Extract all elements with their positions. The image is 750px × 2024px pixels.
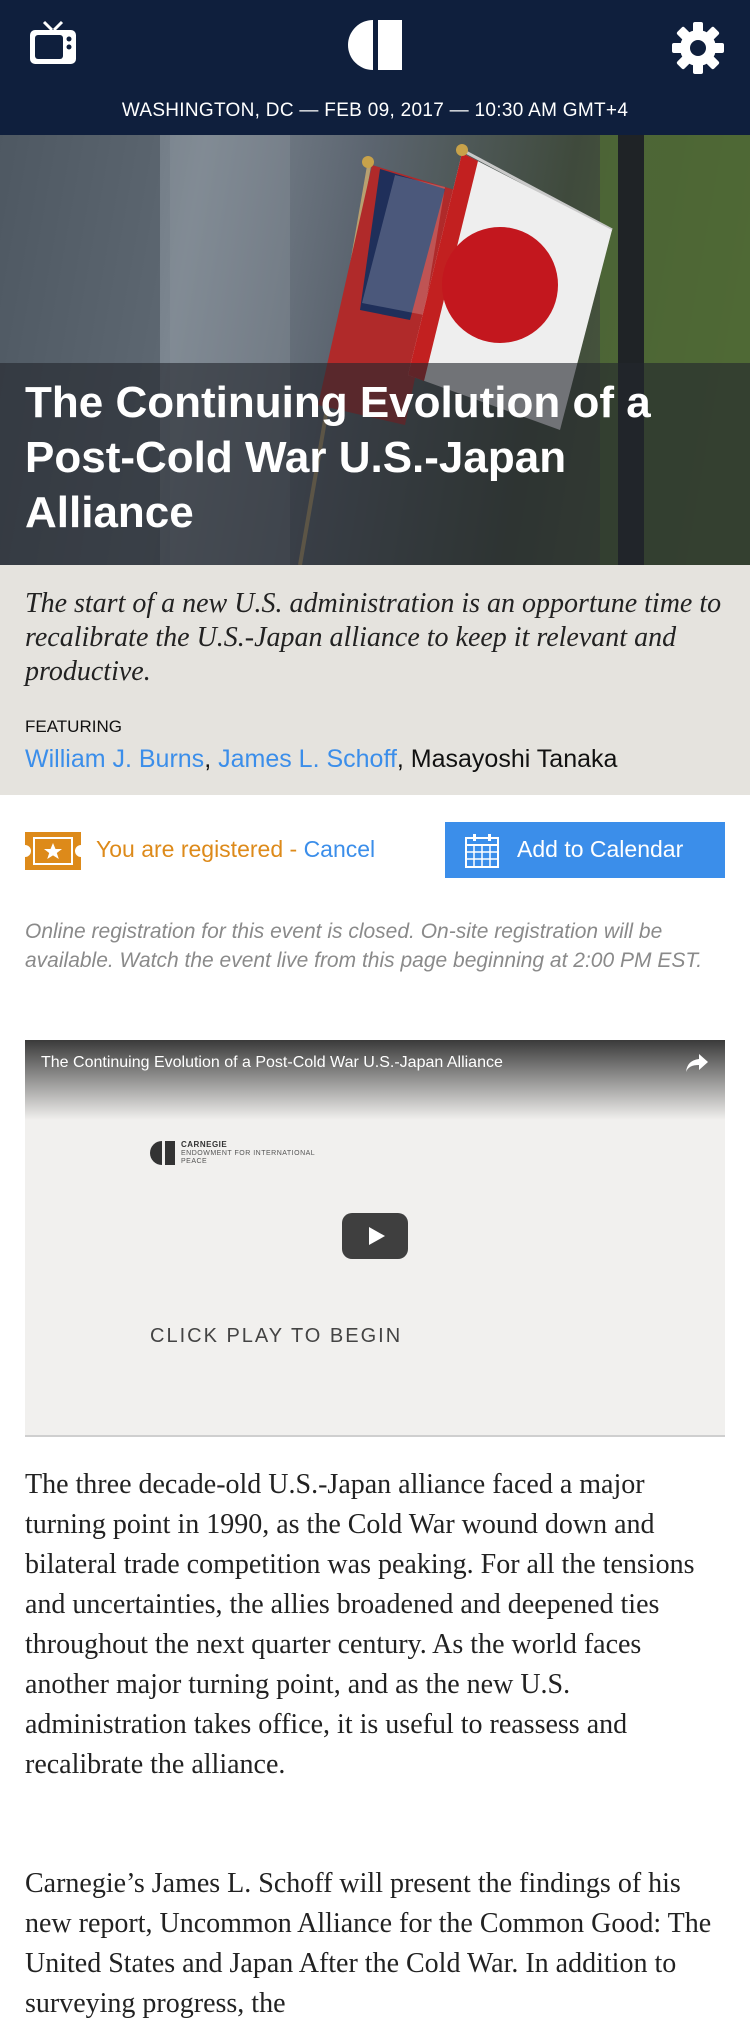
video-org-subtitle: ENDOWMENT FOR INTERNATIONAL PEACE xyxy=(181,1150,315,1165)
carnegie-video-logo xyxy=(150,1141,175,1165)
play-button[interactable] xyxy=(342,1213,408,1259)
gear-icon[interactable] xyxy=(670,20,726,76)
registered-text: You are registered - xyxy=(96,836,304,862)
featuring-label: FEATURING xyxy=(25,717,122,736)
speaker-link-schoff[interactable]: James L. Schoff xyxy=(218,745,397,773)
speaker-name-tanaka: Masayoshi Tanaka xyxy=(410,745,618,773)
event-summary: The start of a new U.S. administration i… xyxy=(0,565,750,795)
click-play-prompt: CLICK PLAY TO BEGIN xyxy=(150,1325,403,1347)
registration-row: You are registered - Cancel Add to Calen… xyxy=(0,795,750,905)
video-title-bar: The Continuing Evolution of a Post-Cold … xyxy=(25,1040,725,1120)
video-org-name: CARNEGIE xyxy=(181,1140,228,1149)
registration-status: You are registered - Cancel xyxy=(96,836,375,863)
page-title: The Continuing Evolution of a Post-Cold … xyxy=(25,378,651,537)
tv-icon[interactable] xyxy=(28,18,78,68)
video-title[interactable]: The Continuing Evolution of a Post-Cold … xyxy=(41,1054,503,1072)
event-dateline: WASHINGTON, DC — FEB 09, 2017 — 10:30 AM… xyxy=(121,100,629,121)
speakers-list: William J. Burns, James L. Schoff, Masay… xyxy=(25,745,618,773)
body-paragraph: The three decade-old U.S.-Japan alliance… xyxy=(25,1469,695,1780)
carnegie-logo[interactable] xyxy=(348,20,402,70)
summary-text: The start of a new U.S. administration i… xyxy=(25,588,722,687)
share-icon[interactable] xyxy=(685,1052,709,1074)
speaker-link-burns[interactable]: William J. Burns xyxy=(25,745,204,773)
add-to-calendar-button[interactable]: Add to Calendar xyxy=(445,822,725,878)
app-header: WASHINGTON, DC — FEB 09, 2017 — 10:30 AM… xyxy=(0,0,750,135)
add-to-calendar-label: Add to Calendar xyxy=(517,836,684,862)
calendar-icon xyxy=(465,834,499,868)
ticket-icon xyxy=(25,832,81,870)
play-icon xyxy=(369,1227,385,1245)
cancel-registration-link[interactable]: Cancel xyxy=(304,836,376,862)
body-paragraph: Carnegie’s James L. Schoff will present … xyxy=(25,1868,712,2019)
hero-banner: The Continuing Evolution of a Post-Cold … xyxy=(0,135,750,565)
video-player[interactable]: The Continuing Evolution of a Post-Cold … xyxy=(25,1040,725,1437)
registration-notice: Online registration for this event is cl… xyxy=(25,920,703,972)
